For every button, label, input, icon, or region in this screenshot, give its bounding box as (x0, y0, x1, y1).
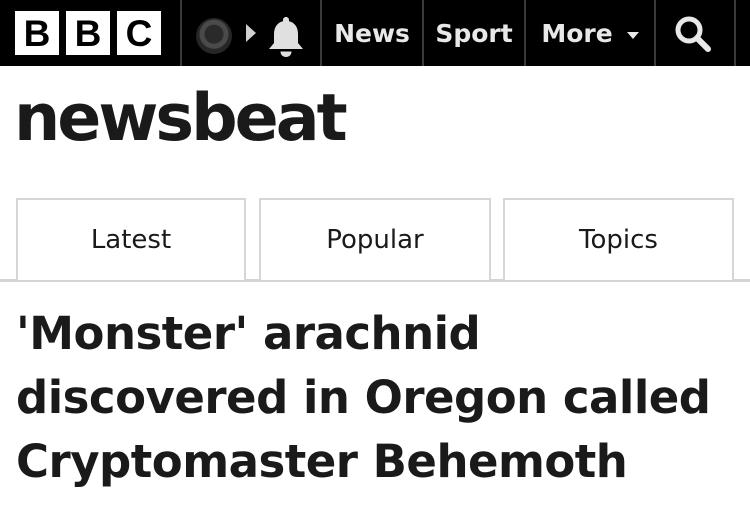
tab-label: Popular (326, 225, 424, 255)
nav-divider (654, 0, 656, 66)
nav-more-label: More (541, 18, 613, 48)
logo-letter: C (117, 11, 161, 55)
nav-more-menu[interactable]: More (526, 0, 654, 66)
bell-icon[interactable] (266, 14, 306, 58)
nav-news-link[interactable]: News (322, 0, 422, 66)
tab-label: Topics (579, 225, 658, 255)
chevron-down-icon (626, 31, 639, 39)
play-icon[interactable] (246, 24, 256, 42)
bbc-logo[interactable]: B B C (15, 11, 161, 55)
headline-line: 'Monster' arachnid (16, 307, 481, 360)
headline-line: Cryptomaster Behemoth (16, 435, 628, 488)
headline-line: discovered in Oregon called (16, 371, 711, 424)
search-icon[interactable] (672, 13, 714, 55)
article-headline: 'Monster' arachnid discovered in Oregon … (16, 302, 741, 494)
nav-sport-link[interactable]: Sport (424, 0, 524, 66)
newsbeat-logo[interactable]: newsbeat (14, 86, 348, 151)
tab-topics[interactable]: Topics (503, 198, 734, 280)
nav-sport-label: Sport (435, 18, 513, 48)
tab-latest[interactable]: Latest (16, 198, 246, 280)
tab-popular[interactable]: Popular (259, 198, 491, 280)
account-icon[interactable] (196, 18, 232, 54)
tab-label: Latest (90, 225, 172, 255)
logo-letter: B (15, 11, 59, 55)
top-navigation-bar: B B C News Sport More (0, 0, 750, 66)
nav-divider (180, 0, 182, 66)
logo-letter: B (66, 11, 110, 55)
nav-divider (734, 0, 736, 66)
nav-news-label: News (334, 18, 410, 48)
